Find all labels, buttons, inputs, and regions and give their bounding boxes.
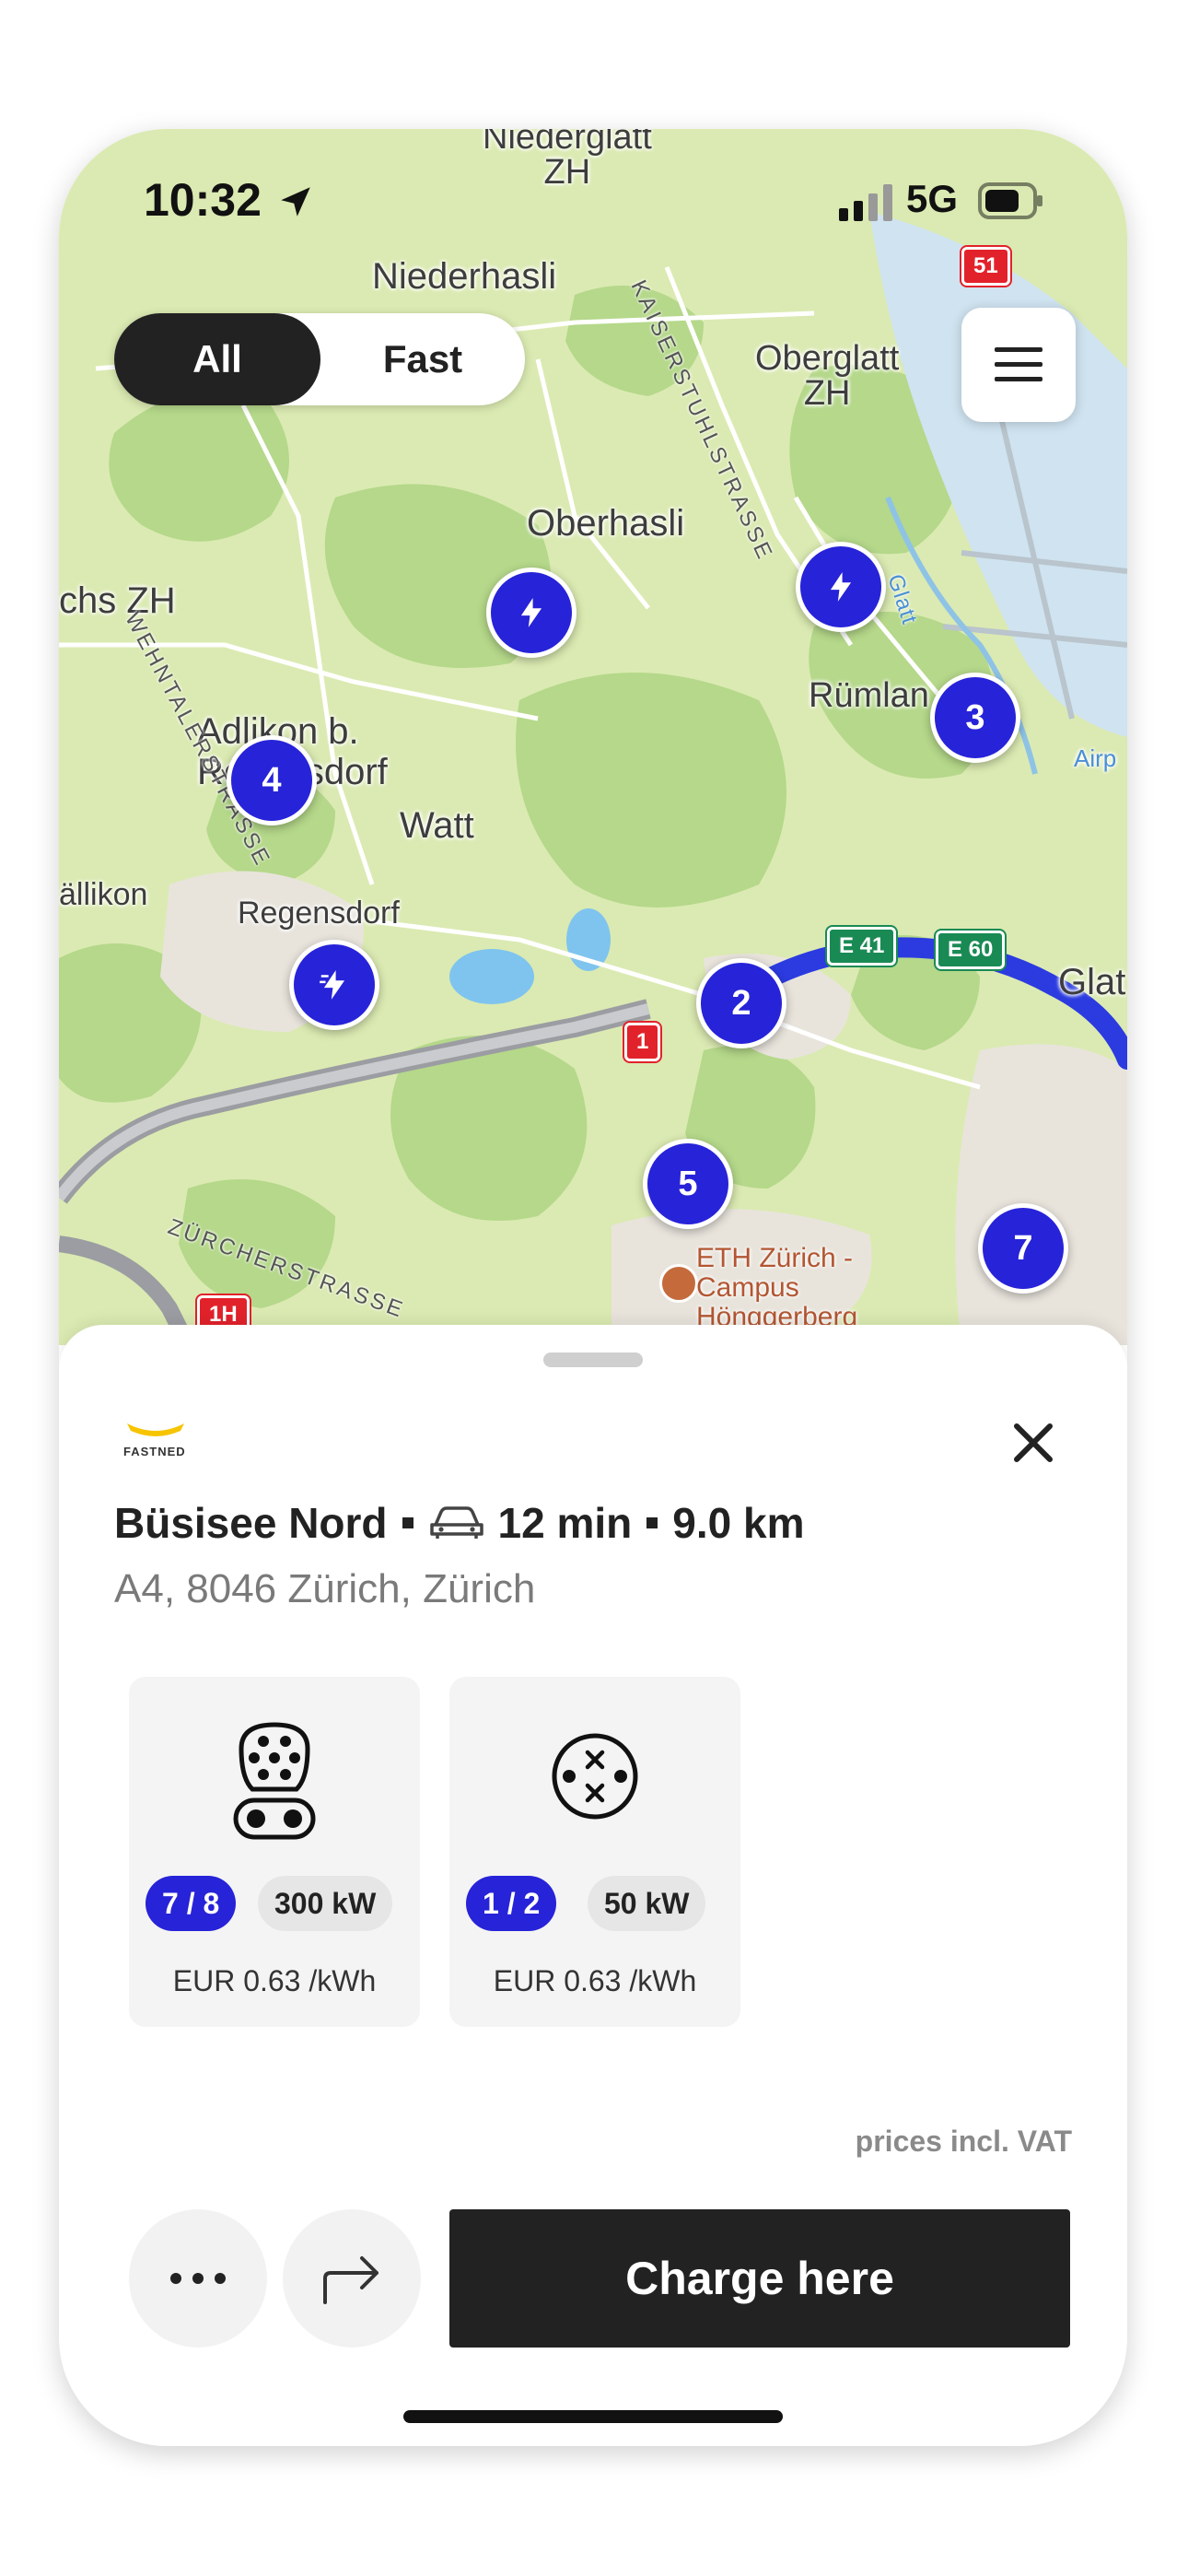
university-icon[interactable] [659, 1264, 698, 1303]
connector-card[interactable]: 7 / 8 300 kW EUR 0.63 /kWh [129, 1677, 420, 2027]
road-badge: E 41 [827, 927, 897, 966]
more-options-button[interactable] [129, 2209, 267, 2348]
charge-here-button[interactable]: Charge here [449, 2209, 1070, 2348]
filter-all-button[interactable]: All [114, 313, 320, 405]
directions-button[interactable] [283, 2209, 421, 2348]
station-name: Büsisee Nord [114, 1499, 388, 1547]
hamburger-icon [995, 347, 1042, 381]
place-label: Regensdorf [238, 896, 400, 931]
power-badge: 50 kW [588, 1876, 706, 1931]
filter-fast-button[interactable]: Fast [320, 313, 525, 405]
lightning-icon [830, 572, 852, 602]
place-label: Oberhasli [527, 503, 685, 544]
station-marker-fast[interactable] [796, 542, 886, 632]
place-label: chs ZH [59, 580, 176, 621]
close-icon[interactable] [1007, 1417, 1059, 1469]
brand-name: FASTNED [123, 1445, 186, 1458]
place-label: Watt [400, 805, 474, 846]
price-label: EUR 0.63 /kWh [172, 1964, 377, 1997]
place-label: ällikon [59, 877, 148, 912]
place-label-text: Niederglatt ZH [483, 129, 652, 192]
road-badge: 51 [961, 247, 1010, 286]
station-cluster-marker[interactable]: 2 [696, 958, 786, 1048]
station-cluster-marker[interactable]: 3 [930, 673, 1020, 763]
home-indicator[interactable] [403, 2410, 783, 2423]
place-label: Oberglatt ZH [755, 339, 900, 413]
place-label: Airp [1074, 744, 1117, 772]
station-marker-fast[interactable] [289, 940, 379, 1030]
station-cluster-marker[interactable]: 5 [643, 1139, 733, 1229]
distance: 9.0 km [672, 1499, 805, 1547]
poi-label-eth[interactable]: ETH Zürich - Campus Hönggerberg [696, 1244, 857, 1332]
station-marker-fast[interactable] [486, 568, 577, 658]
menu-button[interactable] [961, 308, 1076, 422]
car-icon [429, 1506, 483, 1539]
battery-icon [978, 182, 1042, 219]
more-icon [170, 2273, 226, 2284]
chademo-connector-icon [552, 1733, 638, 1820]
drive-time: 12 min [497, 1499, 633, 1547]
vat-note: prices incl. VAT [855, 2125, 1072, 2158]
place-label: Glat [1058, 962, 1126, 1002]
separator [646, 1517, 658, 1528]
station-address: A4, 8046 Zürich, Zürich [114, 1566, 536, 1611]
location-arrow-icon [281, 187, 310, 217]
connector-card[interactable]: 1 / 2 50 kW EUR 0.63 /kWh [449, 1677, 740, 2027]
station-cluster-marker[interactable]: 7 [978, 1203, 1068, 1294]
station-cluster-marker[interactable]: 4 [227, 735, 317, 825]
place-label: Niederglatt ZH [483, 129, 652, 190]
network-type: 5G [906, 177, 959, 220]
charger-speed-filter: All Fast [114, 313, 525, 405]
directions-arrow-icon [323, 2256, 379, 2304]
availability-badge: 7 / 8 [146, 1876, 237, 1931]
road-badge: 1 [624, 1023, 661, 1061]
ccs-connector-icon [233, 1722, 316, 1840]
map-view[interactable]: Niederglatt ZH Niederhasli Oberglatt ZH … [59, 129, 1127, 1345]
road-badge: E 60 [936, 931, 1006, 969]
station-detail-sheet: FASTNED Büsisee Nord 12 min 9.0 km A4, 8… [59, 1325, 1127, 2446]
place-label: Niederhasli [372, 256, 557, 297]
power-badge: 300 kW [258, 1876, 393, 1931]
signal-icon [839, 184, 892, 221]
lightning-icon [320, 970, 345, 1000]
sheet-drag-handle[interactable] [543, 1352, 643, 1367]
status-time: 10:32 [144, 174, 262, 226]
lightning-icon [520, 598, 542, 627]
separator [402, 1517, 413, 1528]
availability-badge: 1 / 2 [466, 1876, 557, 1931]
phone-frame: Niederglatt ZH Niederhasli Oberglatt ZH … [59, 129, 1127, 2446]
price-label: EUR 0.63 /kWh [493, 1964, 697, 1997]
station-summary: Büsisee Nord 12 min 9.0 km [114, 1498, 804, 1548]
place-label: Rümlan [809, 676, 929, 715]
